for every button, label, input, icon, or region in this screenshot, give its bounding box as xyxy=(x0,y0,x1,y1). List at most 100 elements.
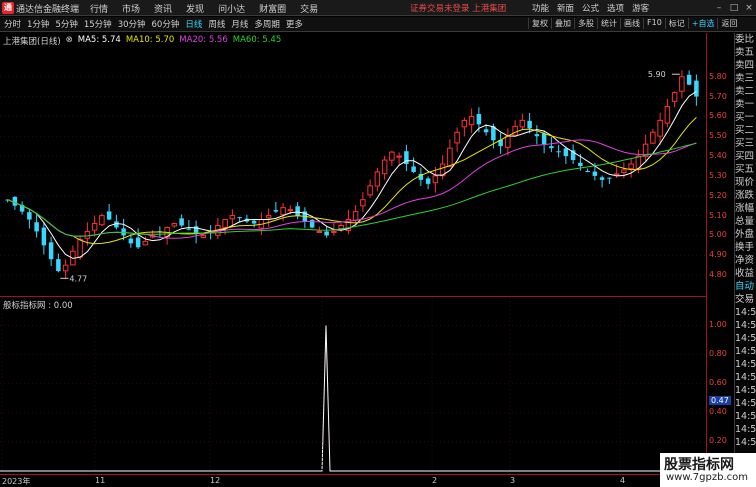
candle-body xyxy=(563,148,569,157)
quote-panel-row: 卖四 xyxy=(735,60,755,71)
quote-panel-row: 14:56 xyxy=(735,346,756,357)
tab-more[interactable]: 更多 xyxy=(286,18,303,30)
quote-panel-row: 14:56 xyxy=(735,320,756,331)
candle-body xyxy=(338,225,344,230)
kline-chart[interactable]: 5.90 4.77 上港集团(日线) ⊗ MA5: 5.74 MA10: 5.70… xyxy=(0,33,706,295)
tab-intraday[interactable]: 分时 xyxy=(4,18,21,30)
quote-panel-row: 14:56 xyxy=(735,424,756,435)
stock-label[interactable]: 上港集团(日线) xyxy=(3,35,61,47)
menu-item-options[interactable]: 选项 xyxy=(607,2,624,14)
candle-body xyxy=(396,155,402,158)
menu-item-markets[interactable]: 市场 xyxy=(122,2,140,15)
candle-body xyxy=(352,211,359,221)
ma10-value: MA10: 5.70 xyxy=(125,35,175,45)
tab-weekly[interactable]: 周线 xyxy=(208,18,225,30)
price-tick-label: 5.70 xyxy=(709,91,727,101)
maximize-icon[interactable]: □ xyxy=(727,0,741,16)
candle-body xyxy=(222,219,228,228)
low-marker-label: 4.77 xyxy=(69,274,87,283)
quote-panel-row: 委比 xyxy=(735,34,755,45)
quote-panel-row: 卖三 xyxy=(735,73,755,84)
date-tick-label: 3 xyxy=(510,476,516,485)
period-tabs: 分时 1分钟 5分钟 15分钟 30分钟 60分钟 日线 周线 月线 多周期 更… xyxy=(4,18,309,30)
quote-panel-row: 收益 xyxy=(735,268,755,279)
menu-item-wealth[interactable]: 财富圈 xyxy=(259,2,286,15)
candle-body xyxy=(324,231,329,236)
login-notice[interactable]: 证券交易未登录 上港集团 xyxy=(410,2,506,14)
candle-body xyxy=(505,135,511,148)
candle-body xyxy=(27,212,32,220)
mark-button[interactable]: 标记 xyxy=(664,18,688,29)
tab-5min[interactable]: 5分钟 xyxy=(55,18,77,30)
f10-button[interactable]: F10 xyxy=(643,18,665,29)
tab-1min[interactable]: 1分钟 xyxy=(27,18,49,30)
indicator-line xyxy=(0,325,706,472)
right-menu: 功能 新面 公式 选项 游客 xyxy=(532,2,657,14)
candle-body xyxy=(432,175,439,184)
candle-body xyxy=(316,230,323,233)
candle-body xyxy=(671,92,678,102)
candle-body xyxy=(468,115,475,126)
app-name: 通达信金融终端 xyxy=(16,5,80,15)
quote-panel-row: 买五 xyxy=(735,164,755,175)
settings-icon[interactable]: ⊗ xyxy=(66,35,73,47)
menu-item-guest[interactable]: 游客 xyxy=(632,2,649,14)
indicator-svg xyxy=(0,297,706,475)
candle-body xyxy=(99,215,105,226)
quote-panel-row[interactable]: 自动 xyxy=(735,280,756,293)
candle-body xyxy=(425,178,431,184)
chart-tools: 复权 叠加 多股 统计 画线 F10 标记 +自选 返回 xyxy=(528,18,740,29)
quote-panel-row: 14:56 xyxy=(735,307,756,318)
menu-item-function[interactable]: 功能 xyxy=(532,2,549,14)
menu-item-news[interactable]: 资讯 xyxy=(154,2,172,15)
price-tick-label: 5.00 xyxy=(709,230,727,240)
menu-item-market[interactable]: 行情 xyxy=(90,2,108,15)
candle-body xyxy=(519,119,526,128)
menu-item-discover[interactable]: 发现 xyxy=(186,2,204,15)
multi-stock-button[interactable]: 多股 xyxy=(574,18,597,29)
candle-body xyxy=(613,173,620,176)
candle-body xyxy=(237,217,242,219)
menu-item-new-page[interactable]: 新面 xyxy=(557,2,574,14)
menu-item-trade[interactable]: 交易 xyxy=(300,2,318,15)
candle-body xyxy=(411,166,416,172)
indicator-pane[interactable]: 般标指标网 : 0.00 xyxy=(0,296,706,475)
tab-multi-period[interactable]: 多周期 xyxy=(254,18,280,30)
draw-line-button[interactable]: 画线 xyxy=(620,18,643,29)
quote-panel-row: 交易 xyxy=(735,294,755,305)
close-icon[interactable]: × xyxy=(742,0,756,16)
indicator-tick-label: 0.20 xyxy=(709,435,727,445)
candle-body xyxy=(48,242,54,260)
candle-body xyxy=(56,259,61,272)
candle-body xyxy=(179,218,184,226)
overlay-button[interactable]: 叠加 xyxy=(551,18,574,29)
tab-15min[interactable]: 15分钟 xyxy=(84,18,112,30)
candle-body xyxy=(549,146,554,149)
back-button[interactable]: 返回 xyxy=(717,18,740,29)
restore-rights-button[interactable]: 复权 xyxy=(528,18,551,29)
candle-body xyxy=(585,170,590,172)
tab-monthly[interactable]: 月线 xyxy=(231,18,248,30)
candle-body xyxy=(41,227,47,246)
menu-item-ask[interactable]: 问小达 xyxy=(218,2,245,15)
ma5-value: MA5: 5.74 xyxy=(77,35,121,45)
indicator-tick-label: 0.40 xyxy=(709,406,727,416)
candle-body xyxy=(12,196,18,206)
date-axis: 2023年 11 12 2 3 4 xyxy=(0,474,756,487)
candle-body xyxy=(578,162,583,166)
menu-item-formula[interactable]: 公式 xyxy=(582,2,599,14)
add-watchlist-button[interactable]: +自选 xyxy=(687,18,718,29)
minimize-icon[interactable]: – xyxy=(712,0,726,16)
quote-panel-row: 现价 xyxy=(735,177,755,188)
statistics-button[interactable]: 统计 xyxy=(597,18,620,29)
quote-panel-row: 换手 xyxy=(735,242,755,253)
tab-30min[interactable]: 30分钟 xyxy=(118,18,146,30)
candle-body xyxy=(171,223,178,227)
price-tick-label: 5.20 xyxy=(709,190,727,200)
quote-panel-row: 14:56 xyxy=(735,411,756,422)
tab-60min[interactable]: 60分钟 xyxy=(152,18,180,30)
tab-daily[interactable]: 日线 xyxy=(185,18,202,30)
main-menu: 行情 市场 资讯 发现 问小达 财富圈 交易 xyxy=(90,2,332,15)
candle-body xyxy=(541,133,547,145)
quote-panel-row: 买二 xyxy=(735,125,755,136)
